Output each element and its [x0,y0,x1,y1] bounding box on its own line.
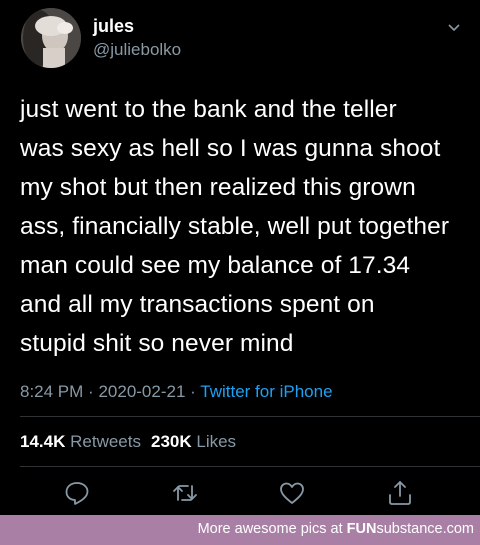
share-icon[interactable] [385,478,415,508]
handle[interactable]: @juliebolko [93,40,181,60]
tweet-time[interactable]: 8:24 PM [20,382,83,401]
retweets-label: Retweets [70,432,141,451]
watermark-banner: More awesome pics at FUNsubstance.com [0,515,480,545]
watermark-domain: .com [442,521,474,537]
tweet: jules @juliebolko just went to the bank … [0,0,480,515]
avatar-image [21,8,81,68]
tweet-client[interactable]: Twitter for iPhone [200,382,332,401]
meta-separator: · [88,382,94,401]
likes-stat[interactable]: 230K Likes [151,432,236,451]
chevron-down-icon[interactable] [444,18,464,38]
avatar[interactable] [21,8,81,68]
tweet-meta: 8:24 PM · 2020-02-21 · Twitter for iPhon… [20,382,333,402]
action-bar [0,478,480,512]
tweet-date[interactable]: 2020-02-21 [98,382,185,401]
retweets-stat[interactable]: 14.4K Retweets [20,432,141,451]
retweets-count: 14.4K [20,432,66,451]
tweet-text: just went to the bank and the teller was… [20,96,450,357]
watermark-prefix: More awesome pics at [197,521,347,537]
watermark-brand-rest: substance [376,521,443,537]
meta-separator: · [190,382,196,401]
heart-icon[interactable] [277,478,307,508]
tweet-stats: 14.4K Retweets 230K Likes [20,432,236,452]
watermark-brand-bold: FUN [346,521,377,537]
likes-label: Likes [196,432,237,451]
reply-icon[interactable] [62,478,92,508]
divider [20,466,480,467]
divider [20,416,480,417]
watermark-text[interactable]: More awesome pics at FUNsubstance.com [198,521,474,537]
retweet-icon[interactable] [170,478,200,508]
likes-count: 230K [150,432,192,451]
display-name[interactable]: jules [93,16,134,37]
